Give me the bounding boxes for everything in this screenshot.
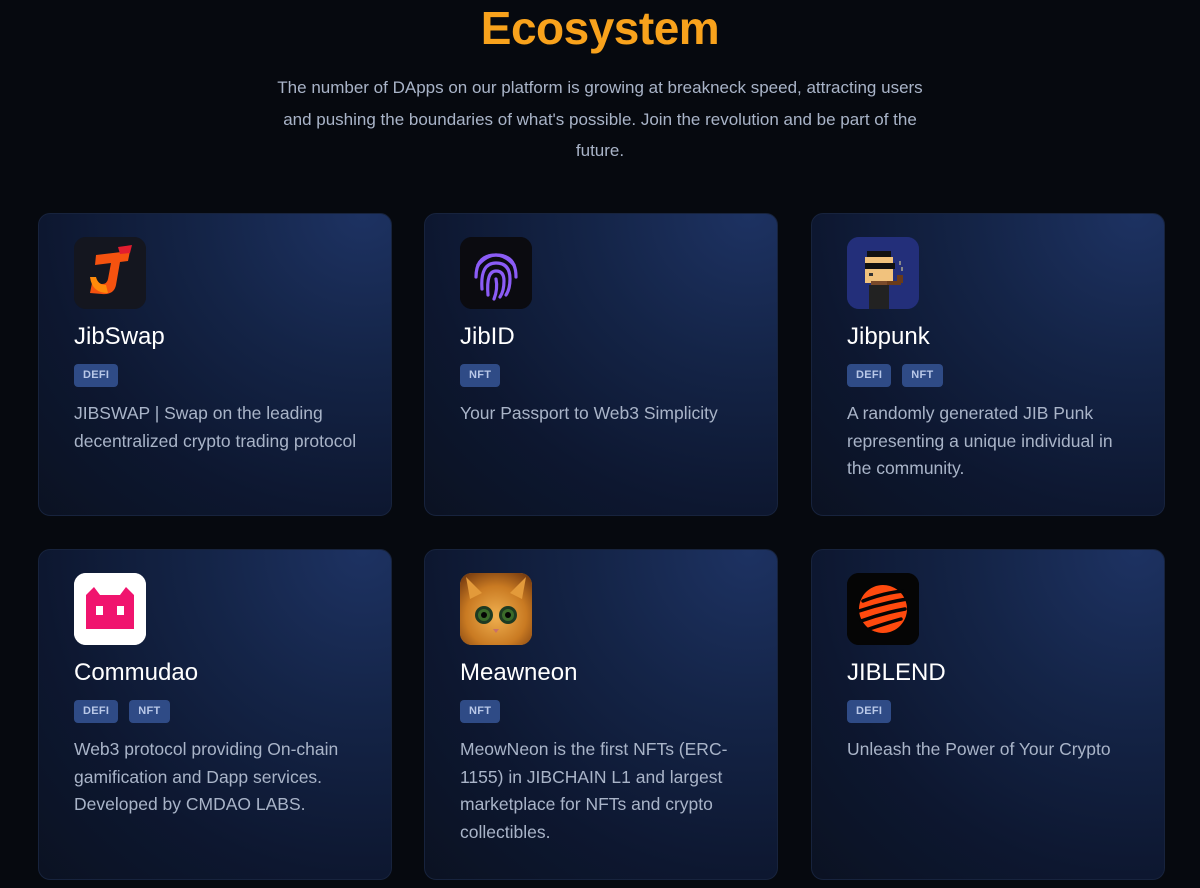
dapp-description: JIBSWAP | Swap on the leading decentrali… bbox=[74, 403, 357, 451]
section-subtitle: The number of DApps on our platform is g… bbox=[277, 78, 923, 160]
tag-badge: NFT bbox=[902, 364, 943, 387]
tag-badge: DEFI bbox=[847, 364, 892, 387]
orange-planet-logo-icon bbox=[847, 573, 919, 645]
dapp-description: Unleash the Power of Your Crypto bbox=[847, 739, 1111, 759]
dapp-card-jiblend[interactable]: JIBLEND DEFI Unleash the Power of Your C… bbox=[811, 549, 1165, 880]
tag-badge: DEFI bbox=[74, 700, 119, 723]
tag-badge: DEFI bbox=[74, 364, 119, 387]
tag-list: NFT bbox=[460, 364, 501, 387]
tag-badge: NFT bbox=[460, 700, 501, 723]
dapp-card-jibswap[interactable]: JibSwap DEFI JIBSWAP | Swap on the leadi… bbox=[38, 213, 392, 516]
dapp-card-commudao[interactable]: Commudao DEFI NFT Web3 protocol providin… bbox=[38, 549, 392, 880]
dapp-description: Web3 protocol providing On-chain gamific… bbox=[74, 739, 339, 814]
tag-list: DEFI bbox=[74, 364, 119, 387]
cat-photo-logo-icon bbox=[460, 573, 532, 645]
tag-list: DEFI bbox=[847, 700, 892, 723]
dapp-description: MeowNeon is the first NFTs (ERC-1155) in… bbox=[460, 739, 728, 842]
jibswap-logo-icon bbox=[74, 237, 146, 309]
tag-list: NFT bbox=[460, 700, 501, 723]
tag-badge: DEFI bbox=[847, 700, 892, 723]
tag-badge: NFT bbox=[129, 700, 170, 723]
fingerprint-logo-icon bbox=[460, 237, 532, 309]
dapp-name: Commudao bbox=[74, 659, 199, 686]
tag-list: DEFI NFT bbox=[74, 700, 170, 723]
tag-badge: NFT bbox=[460, 364, 501, 387]
pink-cat-logo-icon bbox=[74, 573, 146, 645]
dapp-name: Jibpunk bbox=[847, 323, 930, 350]
dapp-name: JIBLEND bbox=[847, 659, 946, 686]
dapp-card-jibid[interactable]: JibID NFT Your Passport to Web3 Simplici… bbox=[424, 213, 778, 516]
dapp-name: JibID bbox=[460, 323, 515, 350]
dapp-card-meawneon[interactable]: Meawneon NFT MeowNeon is the first NFTs … bbox=[424, 549, 778, 880]
dapp-name: JibSwap bbox=[74, 323, 165, 350]
dapp-card-jibpunk[interactable]: Jibpunk DEFI NFT A randomly generated JI… bbox=[811, 213, 1165, 516]
dapp-description: Your Passport to Web3 Simplicity bbox=[460, 403, 718, 423]
dapp-description: A randomly generated JIB Punk representi… bbox=[847, 403, 1113, 478]
section-title: Ecosystem bbox=[480, 2, 720, 54]
dapp-name: Meawneon bbox=[460, 659, 578, 686]
pixel-punk-logo-icon bbox=[847, 237, 919, 309]
tag-list: DEFI NFT bbox=[847, 364, 943, 387]
